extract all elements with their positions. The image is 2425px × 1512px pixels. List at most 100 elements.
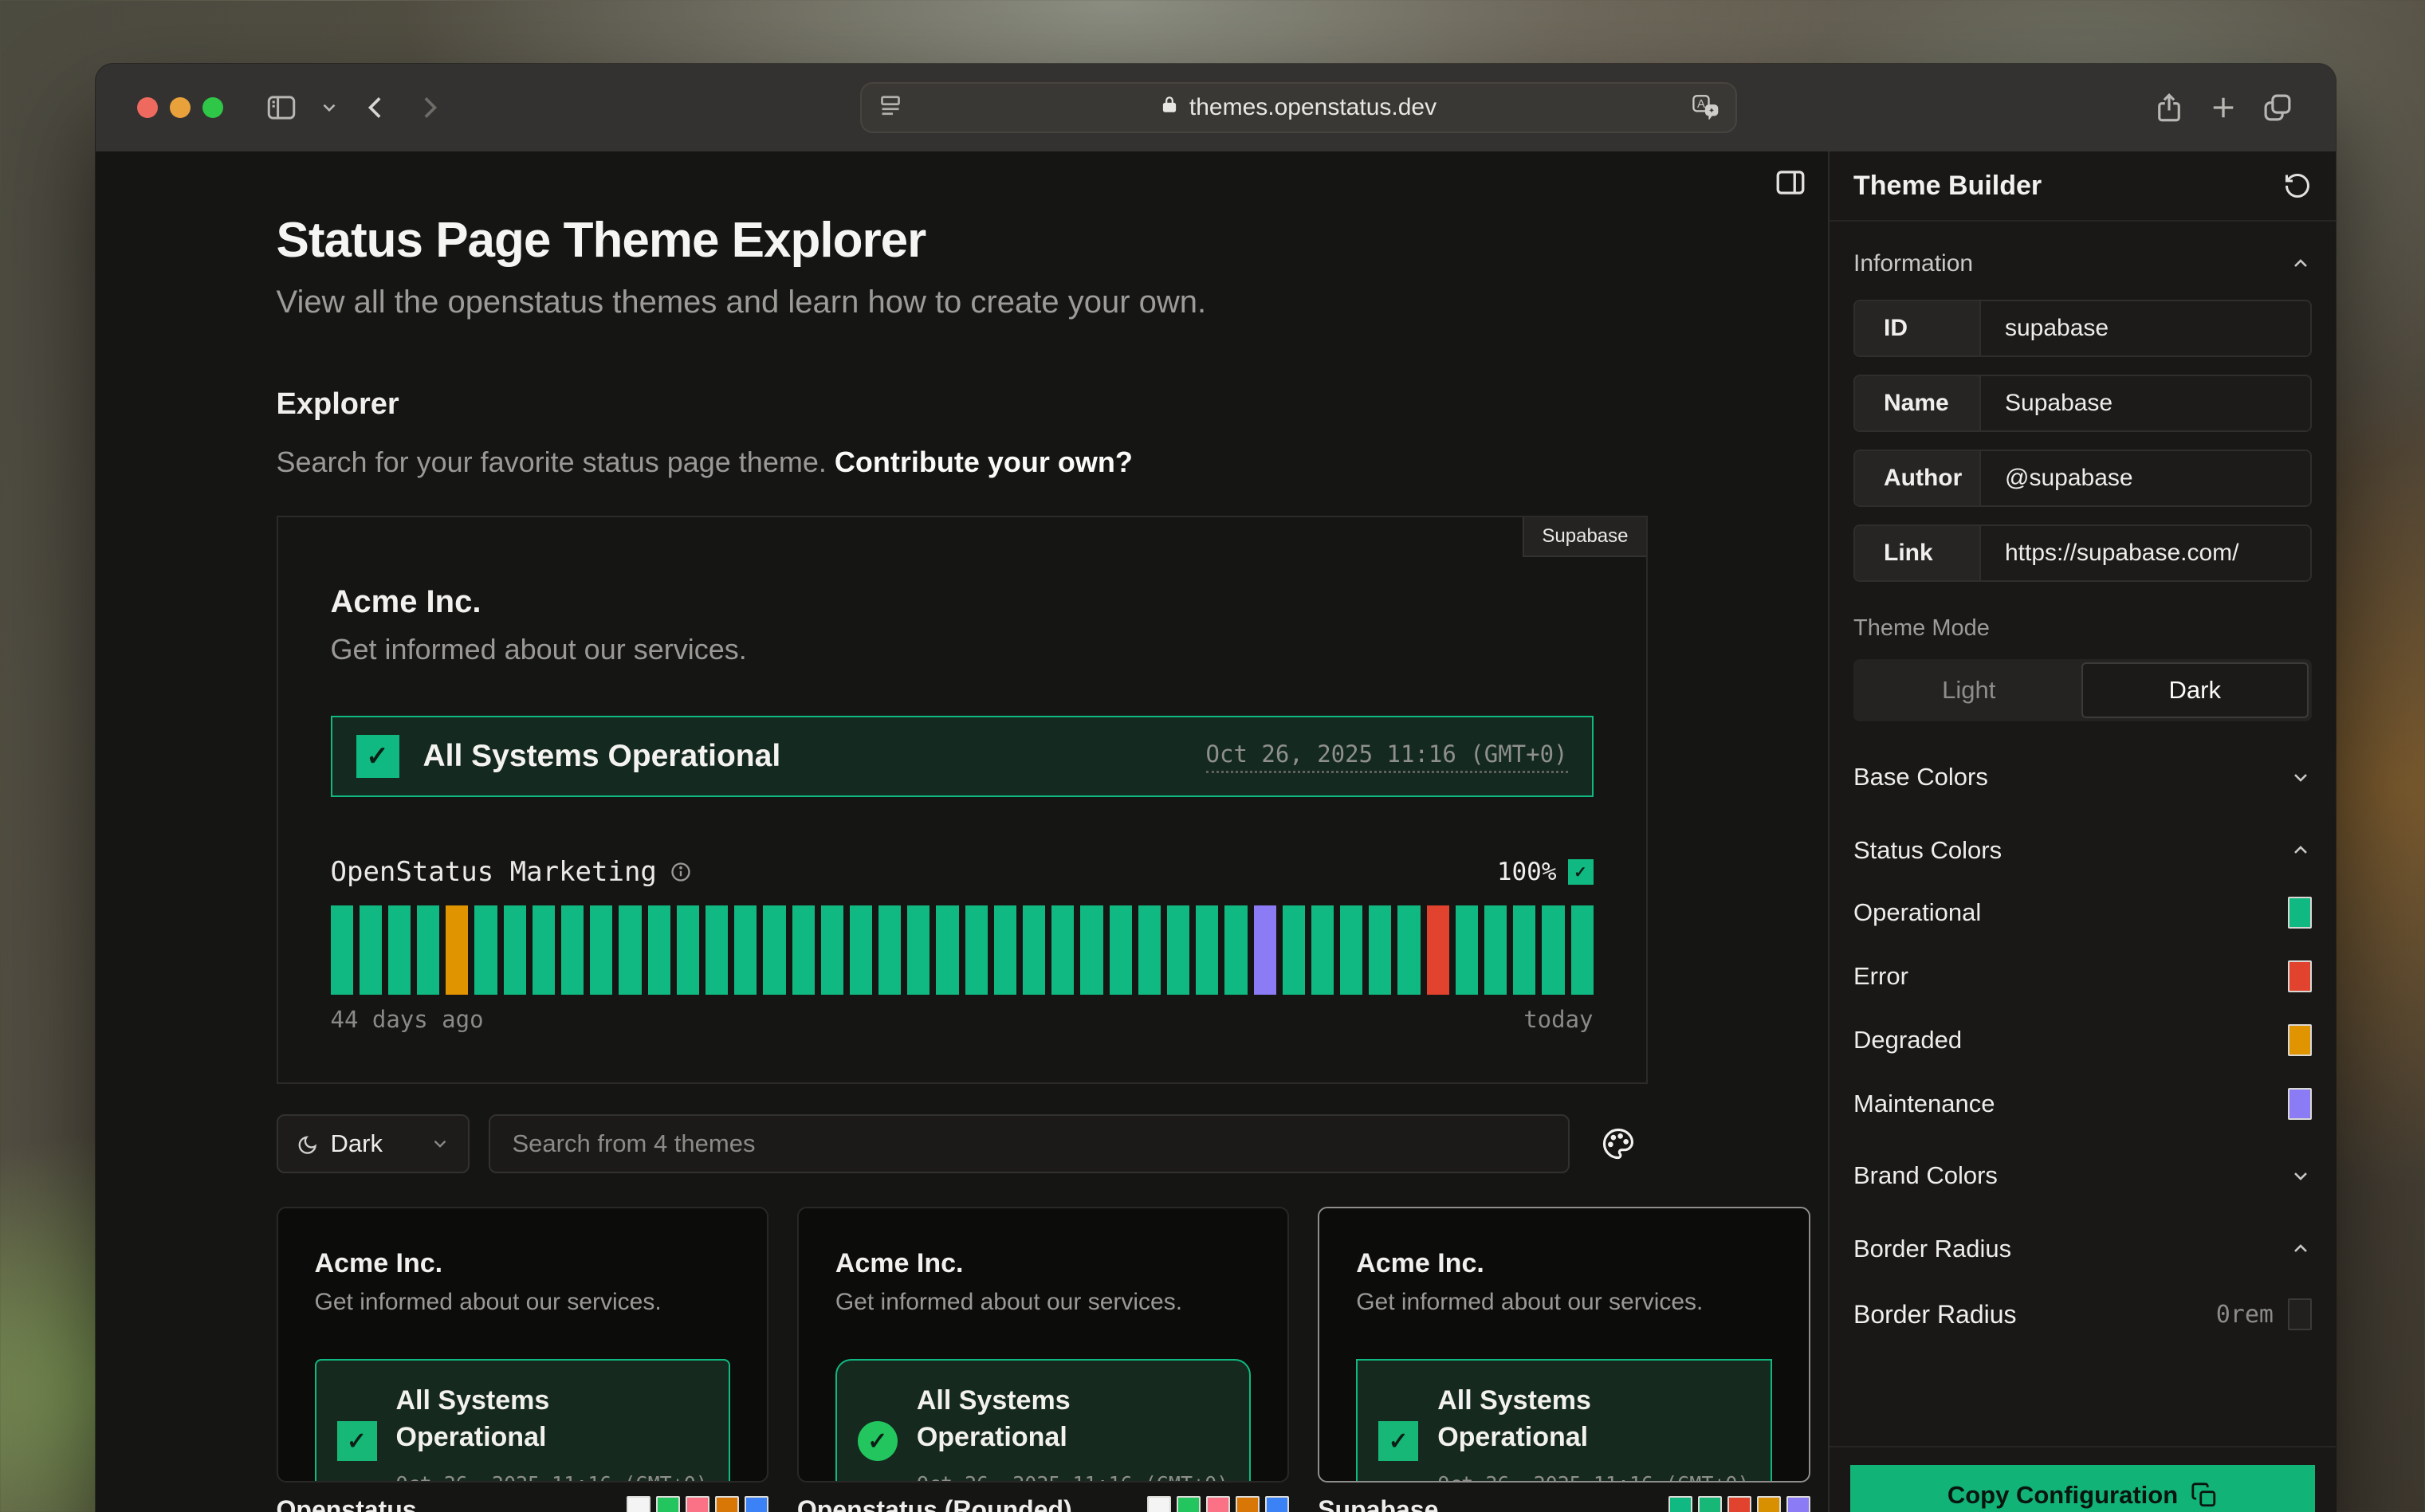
uptime-bar-operational[interactable]: [1456, 905, 1478, 995]
reset-icon[interactable]: [2283, 171, 2312, 200]
status-timestamp[interactable]: Oct 26, 2025 11:16 (GMT+0): [1206, 740, 1568, 773]
chevron-up-icon: [2289, 1238, 2312, 1260]
uptime-bar-operational[interactable]: [1513, 905, 1535, 995]
contribute-link[interactable]: Contribute your own?: [835, 446, 1133, 478]
sidebar-toggle-icon[interactable]: [265, 91, 298, 124]
theme-mode-light[interactable]: Light: [1857, 662, 2081, 718]
uptime-bar-operational[interactable]: [1311, 905, 1334, 995]
uptime-bar-operational[interactable]: [360, 905, 382, 995]
field-value-input[interactable]: Supabase: [1981, 376, 2310, 430]
uptime-bar-operational[interactable]: [821, 905, 843, 995]
new-tab-icon[interactable]: [2207, 91, 2240, 124]
uptime-bar-operational[interactable]: [504, 905, 526, 995]
uptime-bar-operational[interactable]: [850, 905, 872, 995]
explorer-heading: Explorer: [277, 387, 1648, 422]
theme-color-swatch: [1786, 1496, 1810, 1512]
uptime-bar-operational[interactable]: [878, 905, 901, 995]
uptime-bar-operational[interactable]: [1110, 905, 1132, 995]
uptime-bar-operational[interactable]: [648, 905, 670, 995]
back-button[interactable]: [360, 92, 392, 124]
theme-card-openstatus-rounded[interactable]: Acme Inc. Get informed about our service…: [797, 1207, 1289, 1483]
uptime-bar-operational[interactable]: [1080, 905, 1102, 995]
uptime-bar-error[interactable]: [1427, 905, 1449, 995]
page-settings-icon[interactable]: [876, 92, 905, 124]
card-timestamp: Oct 26, 2025 11:16 (GMT+0): [396, 1472, 708, 1483]
field-value-input[interactable]: supabase: [1981, 301, 2310, 355]
field-value-input[interactable]: @supabase: [1981, 451, 2310, 505]
translate-icon[interactable]: A✦: [1691, 92, 1721, 124]
address-bar[interactable]: themes.openstatus.dev A✦: [860, 82, 1737, 133]
forward-button[interactable]: [413, 92, 445, 124]
card-tagline: Get informed about our services.: [835, 1289, 1251, 1316]
uptime-bar-operational[interactable]: [677, 905, 699, 995]
uptime-bar-operational[interactable]: [1340, 905, 1362, 995]
uptime-bar-operational[interactable]: [533, 905, 555, 995]
uptime-bar-operational[interactable]: [763, 905, 785, 995]
section-border-radius[interactable]: Border Radius: [1853, 1235, 2312, 1263]
uptime-bar-operational[interactable]: [1023, 905, 1045, 995]
uptime-bar-maintenance[interactable]: [1254, 905, 1276, 995]
theme-mode-dropdown[interactable]: Dark: [277, 1114, 470, 1173]
uptime-bar-operational[interactable]: [792, 905, 815, 995]
border-radius-swatch[interactable]: [2288, 1298, 2312, 1330]
uptime-bar-operational[interactable]: [1571, 905, 1594, 995]
uptime-bar-operational[interactable]: [1224, 905, 1247, 995]
minimize-window-button[interactable]: [170, 97, 191, 118]
uptime-bar-operational[interactable]: [417, 905, 439, 995]
theme-card-supabase[interactable]: Acme Inc. Get informed about our service…: [1318, 1207, 1810, 1483]
uptime-bar-operational[interactable]: [1051, 905, 1074, 995]
status-color-maintenance: Maintenance: [1853, 1088, 2312, 1120]
uptime-bar-operational[interactable]: [705, 905, 728, 995]
uptime-bar-operational[interactable]: [965, 905, 988, 995]
panel-toggle-icon[interactable]: [1772, 166, 1809, 203]
uptime-bar-operational[interactable]: [1138, 905, 1161, 995]
tab-overview-icon[interactable]: [2261, 91, 2294, 124]
palette-icon[interactable]: [1589, 1114, 1648, 1173]
field-value-input[interactable]: https://supabase.com/: [1981, 526, 2310, 580]
uptime-bar-operational[interactable]: [1397, 905, 1420, 995]
theme-color-swatch: [627, 1496, 650, 1512]
theme-name: Openstatus (Rounded): [797, 1495, 1072, 1512]
operational-check-icon: ✓: [356, 735, 399, 778]
uptime-bars[interactable]: [331, 905, 1594, 995]
color-swatch-operational[interactable]: [2288, 897, 2312, 929]
zoom-window-button[interactable]: [202, 97, 223, 118]
uptime-bar-operational[interactable]: [994, 905, 1016, 995]
color-swatch-error[interactable]: [2288, 960, 2312, 992]
uptime-bar-operational[interactable]: [1484, 905, 1507, 995]
uptime-bar-operational[interactable]: [1167, 905, 1189, 995]
section-status-colors[interactable]: Status Colors: [1853, 836, 2312, 865]
uptime-bar-operational[interactable]: [474, 905, 497, 995]
uptime-bar-operational[interactable]: [1369, 905, 1391, 995]
uptime-bar-operational[interactable]: [734, 905, 757, 995]
page-title: Status Page Theme Explorer: [277, 212, 1648, 269]
color-swatch-maintenance[interactable]: [2288, 1088, 2312, 1120]
uptime-bar-operational[interactable]: [1542, 905, 1564, 995]
uptime-bar-operational[interactable]: [331, 905, 353, 995]
theme-mode-dark[interactable]: Dark: [2081, 662, 2309, 718]
section-base-colors[interactable]: Base Colors: [1853, 763, 2312, 791]
theme-card-openstatus[interactable]: Acme Inc. Get informed about our service…: [277, 1207, 768, 1483]
color-swatch-degraded[interactable]: [2288, 1024, 2312, 1056]
share-icon[interactable]: [2152, 91, 2186, 124]
theme-color-swatch: [1236, 1496, 1260, 1512]
info-icon[interactable]: [670, 861, 692, 883]
copy-configuration-button[interactable]: Copy Configuration: [1850, 1465, 2315, 1512]
theme-color-swatch: [656, 1496, 680, 1512]
uptime-bar-operational[interactable]: [590, 905, 612, 995]
uptime-bar-degraded[interactable]: [446, 905, 468, 995]
uptime-bar-operational[interactable]: [907, 905, 930, 995]
uptime-bar-operational[interactable]: [1196, 905, 1218, 995]
uptime-bar-operational[interactable]: [619, 905, 641, 995]
theme-search-input[interactable]: [489, 1114, 1570, 1173]
uptime-bar-operational[interactable]: [936, 905, 958, 995]
theme-color-swatch: [1265, 1496, 1289, 1512]
sidebar-chevron-down-icon[interactable]: [319, 97, 340, 118]
section-brand-colors[interactable]: Brand Colors: [1853, 1161, 2312, 1190]
uptime-bar-operational[interactable]: [561, 905, 584, 995]
border-radius-row: Border Radius 0rem: [1853, 1298, 2312, 1330]
close-window-button[interactable]: [137, 97, 158, 118]
section-information[interactable]: Information: [1853, 250, 2312, 277]
uptime-bar-operational[interactable]: [388, 905, 411, 995]
uptime-bar-operational[interactable]: [1283, 905, 1305, 995]
